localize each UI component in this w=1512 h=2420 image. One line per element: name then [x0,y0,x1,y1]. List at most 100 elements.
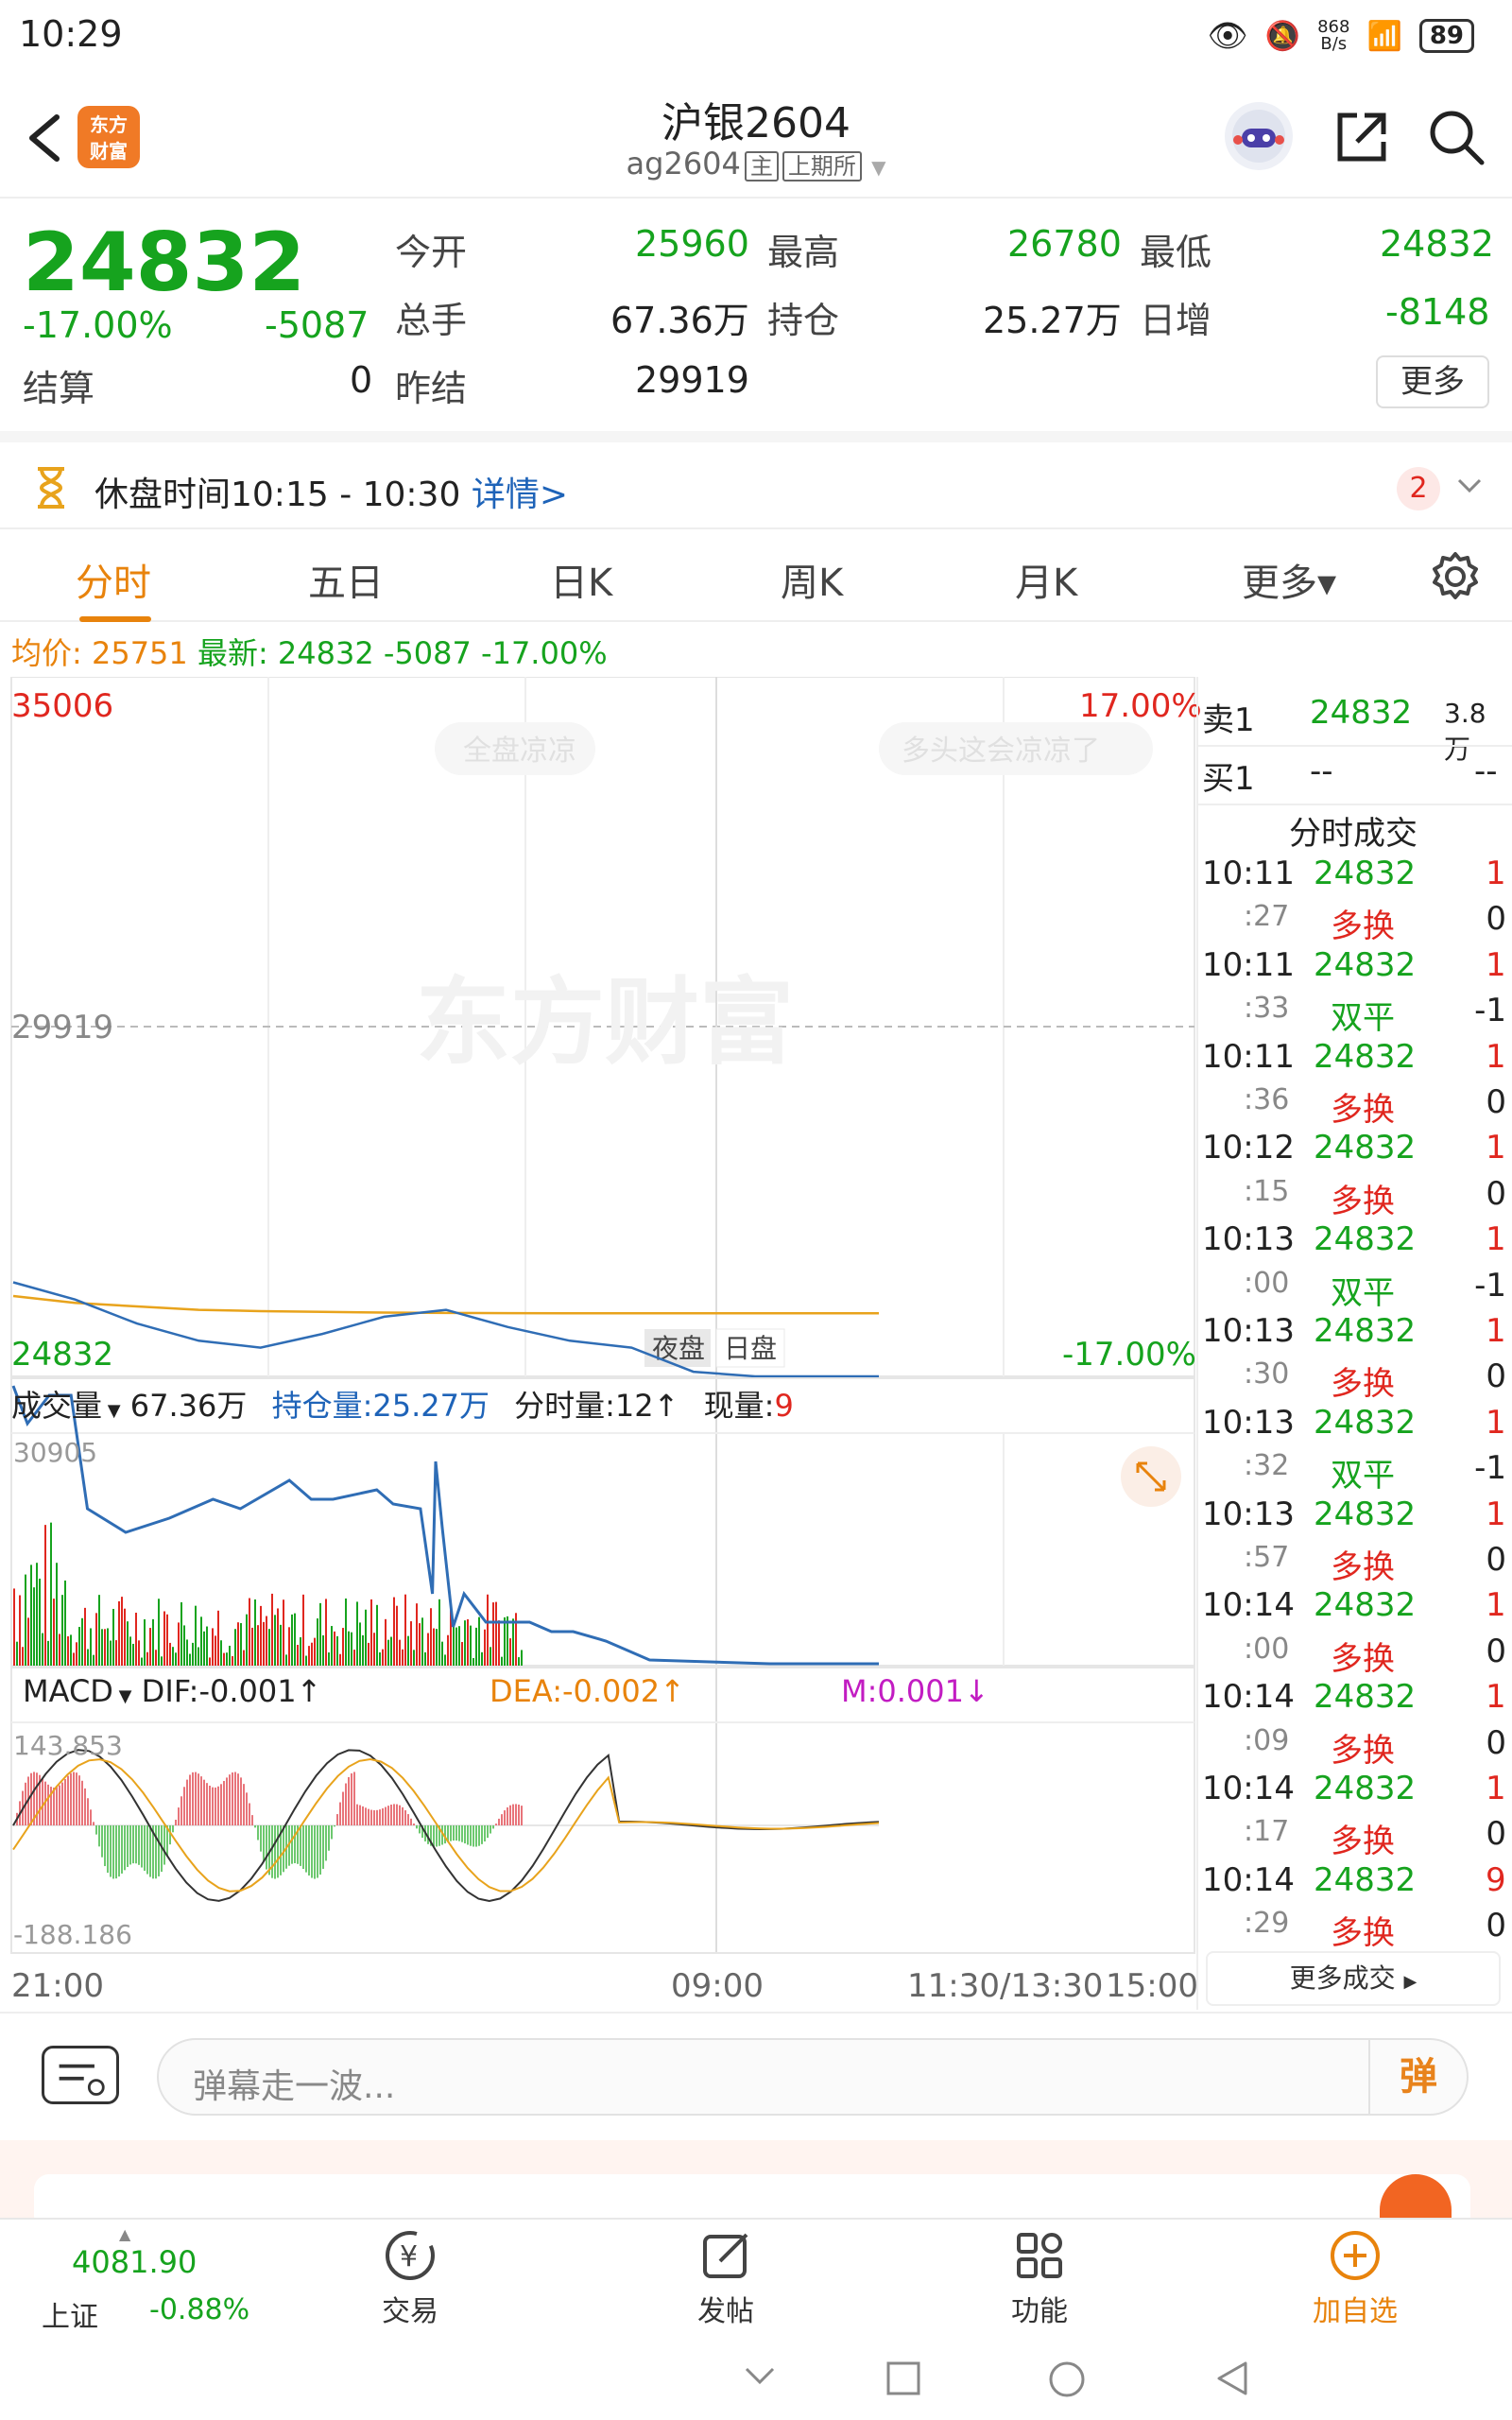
volume-bar [19,1595,21,1666]
volume-bar [512,1618,514,1666]
svg-text:¥: ¥ [400,2240,418,2273]
share-icon[interactable] [1329,104,1395,170]
more-trades-button[interactable]: 更多成交 ▶ [1206,1951,1501,2006]
volume-bar [342,1628,344,1666]
nav-post[interactable]: 发帖 [631,2227,820,2329]
macd-bar [336,1814,338,1825]
macd-bar [192,1772,194,1825]
home-icon[interactable] [1047,2360,1087,2399]
volume-bar [81,1617,83,1666]
volume-bar [33,1587,35,1666]
settle-label: 结算 [23,368,95,409]
macd-selector[interactable]: MACD ▼ [23,1673,132,1709]
volume-bar [501,1656,503,1666]
macd-bar [104,1825,106,1867]
status-icons: 👁 🔕 868 B/s 📶 89 [1208,17,1474,55]
index-ticker[interactable]: ▲ 4081.90 上证 -0.88% [0,2220,255,2342]
volume-bar [438,1599,440,1666]
macd-bar [203,1779,205,1825]
nav-functions[interactable]: 功能 [945,2227,1134,2329]
macd-bar [433,1825,435,1847]
macd-bar [260,1825,262,1852]
volume-bar [112,1608,114,1666]
volume-bar [169,1642,171,1666]
expand-icon[interactable] [1121,1446,1181,1507]
tab-intraday[interactable]: 分时 [76,552,151,607]
trade-price: 24832 [1314,1037,1417,1076]
tab-monthly-k[interactable]: 月K [1015,552,1077,607]
tab-more[interactable]: 更多▾ [1242,552,1336,607]
market-break-bar[interactable]: 休盘时间10:15 - 10:30 详情> 2 [0,431,1512,526]
volume-header: 成交量 ▼ 67.36万 持仓量:25.27万 分时量:12↑ 现量:9 [11,1382,794,1426]
danmaku-bubble[interactable]: 多头这会凉凉了 [879,722,1153,775]
grid-icon [1017,2233,1062,2278]
tab-daily-k[interactable]: 日K [550,552,612,607]
chevron-down-icon[interactable] [1455,476,1484,495]
danmaku-bubble[interactable]: 全盘凉凉 [435,722,595,775]
macd-bar [478,1825,480,1846]
details-link[interactable]: 详情> [472,475,568,514]
low-value: 24832 [1380,223,1494,265]
volume-bar [115,1640,117,1666]
macd-bar [370,1809,372,1825]
nav-trade[interactable]: ¥ 交易 [316,2227,505,2329]
trade-price: 24832 [1314,1403,1417,1442]
volume-bar [257,1625,259,1666]
comment-list-icon[interactable] [42,2046,119,2104]
volume-bar [487,1594,489,1666]
assistant-robot-icon[interactable] [1225,102,1293,170]
mid-price-label: 29919 [11,1009,113,1046]
macd-bar [42,1778,43,1825]
watermark: 东方财富 [416,967,794,1078]
volume-bar [101,1629,103,1666]
volume-bar [180,1601,182,1666]
prev-settle-value: 29919 [635,359,749,401]
more-quote-button[interactable]: 更多 [1376,355,1489,408]
volume-bar [135,1612,137,1666]
promo-arrow-icon[interactable] [1380,2174,1452,2221]
tab-weekly-k[interactable]: 周K [781,552,843,607]
danmaku-send-button[interactable]: 弹 [1368,2040,1467,2114]
volume-bar [271,1593,273,1666]
nav-add-watchlist[interactable]: 加自选 [1261,2227,1450,2329]
volume-bar [348,1631,350,1666]
macd-bar [121,1825,123,1874]
volume-bar [393,1597,395,1666]
back-nav-icon[interactable] [1213,2360,1251,2397]
macd-bar [348,1776,350,1825]
macd-bar [464,1825,466,1844]
macd-bar [274,1825,276,1879]
macd-bar [158,1825,160,1876]
volume-selector[interactable]: 成交量 ▼ [11,1388,121,1424]
volume-bar [404,1594,406,1666]
volume-bar [229,1645,231,1666]
index-name: 上证 [42,2301,98,2334]
danmaku-input[interactable]: 弹幕走一波... 弹 [157,2038,1469,2116]
chevron-down-icon[interactable] [743,2365,777,2388]
volume-bar [13,1588,15,1666]
app-header: 东方 财富 沪银2604 ag2604 主上期所 ▼ [0,76,1512,199]
volume-bar [311,1642,313,1666]
volume-max-label: 30905 [13,1437,97,1468]
macd-bar [209,1785,211,1825]
ai-promo-banner[interactable] [0,2140,1512,2231]
volume-bar [209,1657,211,1666]
chevron-down-icon[interactable]: ▼ [871,156,885,179]
volume-bar [504,1616,506,1666]
volume-bar [212,1628,214,1666]
search-icon[interactable] [1423,104,1489,170]
gear-icon[interactable] [1429,550,1482,603]
macd-bar [470,1825,472,1846]
volume-bar [390,1636,392,1666]
volume-bar [36,1563,38,1666]
macd-bar [504,1810,506,1825]
sell1-price: 24832 [1310,694,1413,732]
tab-five-day[interactable]: 五日 [308,552,384,607]
macd-bar [484,1825,486,1841]
macd-bar [112,1825,114,1879]
volume-bar [16,1641,18,1666]
recent-apps-icon[interactable] [885,2360,922,2397]
price-info-line: 均价: 25751 最新: 24832 -5087 -17.00% [11,630,608,673]
hourglass-icon [38,467,64,509]
dea-value: DEA:-0.002↑ [490,1673,685,1709]
